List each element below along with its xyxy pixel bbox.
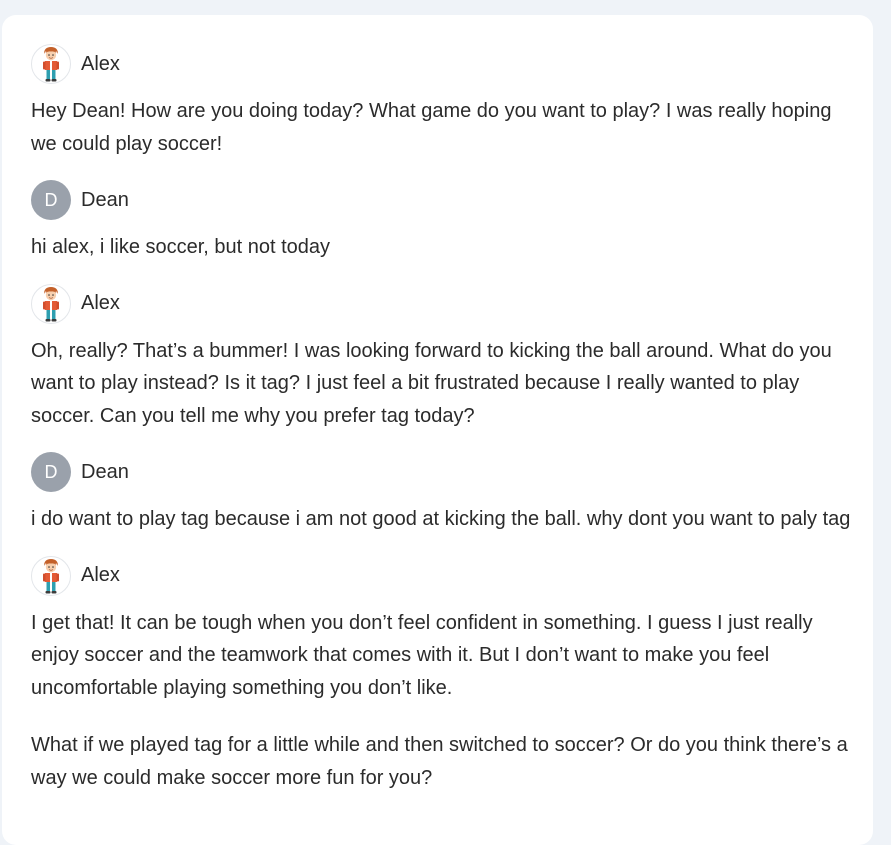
message: Alex Oh, really? That’s a bummer! I was … xyxy=(31,283,851,433)
message-list: Alex Hey Dean! How are you doing today? … xyxy=(31,44,851,794)
chat-card: Alex Hey Dean! How are you doing today? … xyxy=(2,15,873,845)
message: D Dean hi alex, i like soccer, but not t… xyxy=(31,180,851,264)
avatar xyxy=(31,44,71,84)
avatar: D xyxy=(31,452,71,492)
message: Alex Hey Dean! How are you doing today? … xyxy=(31,44,851,160)
avatar-initial: D xyxy=(44,189,58,210)
boy-cartoon-icon xyxy=(43,286,59,321)
sender-name: Dean xyxy=(81,460,129,483)
boy-cartoon-icon xyxy=(43,47,59,82)
message-body: Hey Dean! How are you doing today? What … xyxy=(31,95,851,160)
message-header: D Dean xyxy=(31,180,851,220)
message-body: I get that! It can be tough when you don… xyxy=(31,607,851,795)
message-text: What if we played tag for a little while… xyxy=(31,734,848,789)
sender-name: Alex xyxy=(81,52,120,75)
message-text: Hey Dean! How are you doing today? What … xyxy=(31,100,832,155)
message-header: Alex xyxy=(31,555,851,596)
message-text: hi alex, i like soccer, but not today xyxy=(31,236,331,258)
sender-name: Alex xyxy=(81,564,120,586)
message-text: Oh, really? That’s a bummer! I was looki… xyxy=(31,339,832,427)
message-header: D Dean xyxy=(31,452,851,492)
avatar-initial: D xyxy=(44,461,58,482)
avatar xyxy=(31,283,71,324)
message-body: hi alex, i like soccer, but not today xyxy=(31,231,851,264)
boy-cartoon-icon xyxy=(43,558,59,593)
message-header: Alex xyxy=(31,44,851,84)
message-text: i do want to play tag because i am not g… xyxy=(31,508,851,530)
sender-name: Dean xyxy=(81,188,129,211)
sender-name: Alex xyxy=(81,292,120,314)
message-text: I get that! It can be tough when you don… xyxy=(31,611,813,699)
message-body: Oh, really? That’s a bummer! I was looki… xyxy=(31,335,851,433)
message-body: i do want to play tag because i am not g… xyxy=(31,503,851,536)
message: D Dean i do want to play tag because i a… xyxy=(31,452,851,536)
avatar xyxy=(31,555,71,596)
avatar: D xyxy=(31,180,71,220)
message: Alex I get that! It can be tough when yo… xyxy=(31,555,851,795)
message-header: Alex xyxy=(31,283,851,324)
